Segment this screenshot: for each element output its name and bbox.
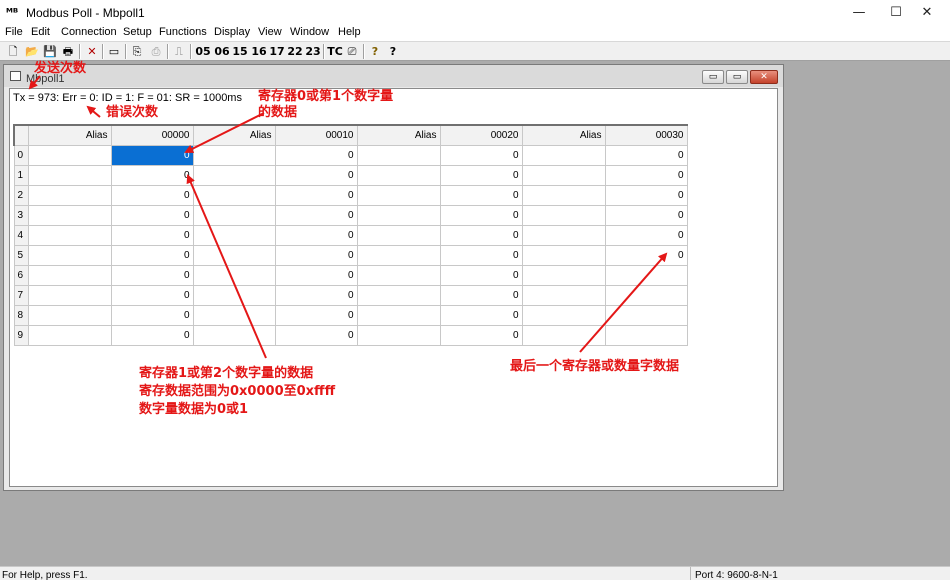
arrow-last-register [579, 252, 668, 353]
arrow-register0 [184, 112, 265, 153]
arrow-send-count [28, 75, 41, 90]
arrow-register1 [186, 174, 267, 359]
arrow-error-count [86, 105, 101, 118]
annotation-arrows [28, 75, 668, 359]
